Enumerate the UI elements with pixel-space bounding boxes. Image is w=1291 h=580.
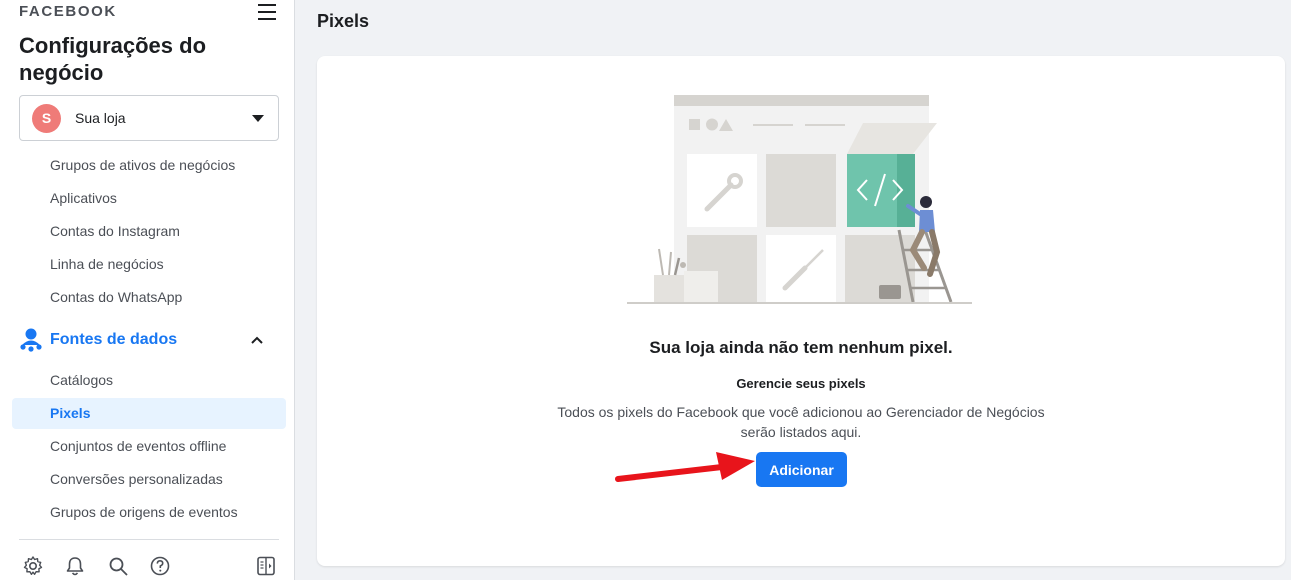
facebook-logo: FACEBOOK <box>19 3 117 20</box>
sidebar-item-business-lines[interactable]: Linha de negócios <box>12 249 286 280</box>
hamburger-menu-icon[interactable] <box>258 4 276 20</box>
toggle-panel-icon[interactable] <box>255 555 277 577</box>
empty-state-description: Todos os pixels do Facebook que você adi… <box>557 404 1045 440</box>
empty-state-card: Sua loja ainda não tem nenhum pixel. Ger… <box>317 56 1285 566</box>
chevron-up-icon[interactable] <box>251 336 263 344</box>
sidebar-item-whatsapp-accounts[interactable]: Contas do WhatsApp <box>12 282 286 313</box>
sidebar-item-catalogs[interactable]: Catálogos <box>12 365 286 396</box>
notifications-bell-icon[interactable] <box>64 555 86 577</box>
page-heading: Configurações do negócio <box>19 33 207 85</box>
sidebar-item-business-asset-groups[interactable]: Grupos de ativos de negócios <box>12 150 286 181</box>
business-avatar: S <box>32 104 61 133</box>
help-icon[interactable] <box>149 555 171 577</box>
sidebar: FACEBOOK Configurações do negócio S Sua … <box>0 0 295 580</box>
caret-down-icon <box>252 115 264 122</box>
divider <box>19 539 279 540</box>
settings-icon[interactable] <box>22 555 44 577</box>
page-title: Pixels <box>317 11 370 31</box>
empty-state-subtitle: Gerencie seus pixels <box>736 376 866 391</box>
sidebar-item-instagram-accounts[interactable]: Contas do Instagram <box>12 216 286 247</box>
search-icon[interactable] <box>107 555 129 577</box>
data-sources-icon <box>20 328 42 352</box>
business-name: Sua loja <box>75 110 126 126</box>
business-selector[interactable]: S Sua loja <box>19 95 279 141</box>
empty-pixels-illustration <box>627 95 972 304</box>
empty-state-title: Sua loja ainda não tem nenhum pixel. <box>649 338 953 357</box>
sidebar-item-apps[interactable]: Aplicativos <box>12 183 286 214</box>
sidebar-section-data-sources[interactable]: Fontes de dados <box>19 327 279 355</box>
sidebar-item-pixels[interactable]: Pixels <box>12 398 286 429</box>
red-annotation-arrow <box>615 452 755 482</box>
sidebar-item-offline-event-sets[interactable]: Conjuntos de eventos offline <box>12 431 286 462</box>
sidebar-item-custom-conversions[interactable]: Conversões personalizadas <box>12 464 286 495</box>
sidebar-item-event-source-groups[interactable]: Grupos de origens de eventos <box>12 497 286 528</box>
section-label: Fontes de dados <box>50 331 178 348</box>
